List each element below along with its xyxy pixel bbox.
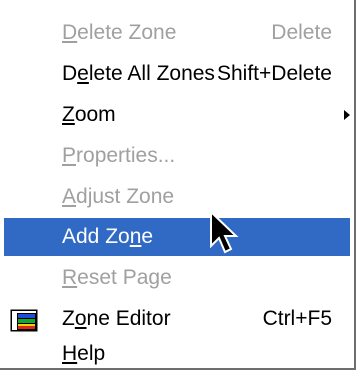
menu-item-label: Add Zone — [62, 225, 154, 248]
menu-item-label: Reset Page — [62, 266, 172, 289]
menu-item-zone-editor[interactable]: Zone Editor Ctrl+F5 — [4, 300, 350, 338]
shortcut-label: Delete — [271, 21, 332, 44]
menu-item-delete-zone: Delete Zone Delete — [4, 14, 350, 52]
menu-item-reset-page: Reset Page — [4, 259, 350, 297]
menu-item-label: Help — [62, 342, 106, 365]
mouse-pointer-icon — [210, 210, 239, 254]
menu-item-adjust-zone: Adjust Zone — [4, 178, 350, 216]
menu-item-zoom[interactable]: Zoom — [4, 96, 350, 134]
zone-editor-icon — [10, 309, 38, 332]
menu-item-add-zone[interactable]: Add Zone — [4, 218, 350, 256]
menu-item-label: Zone Editor — [62, 307, 171, 330]
menu-item-label: Delete All Zones — [62, 62, 215, 85]
menu-item-label: Adjust Zone — [62, 185, 175, 208]
shortcut-label: Shift+Delete — [217, 62, 332, 85]
context-menu: Delete Zone Delete Delete All Zones Shif… — [0, 0, 356, 370]
menu-item-help[interactable]: Help — [4, 341, 350, 367]
menu-item-delete-all-zones[interactable]: Delete All Zones Shift+Delete — [4, 55, 350, 93]
shortcut-label: Ctrl+F5 — [262, 307, 332, 330]
menu-item-label: Properties... — [62, 144, 176, 167]
menu-item-label: Zoom — [62, 103, 116, 126]
menu-item-properties: Properties... — [4, 137, 350, 175]
menu-item-label: Delete Zone — [62, 21, 177, 44]
chevron-right-icon — [344, 110, 350, 120]
